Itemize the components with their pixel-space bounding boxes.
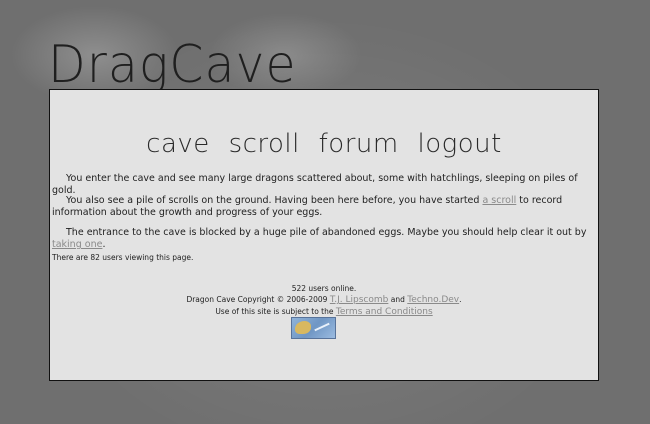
dragon-image	[295, 321, 311, 334]
scroll-paragraph-text: You also see a pile of scrolls on the gr…	[66, 195, 483, 206]
copyright-line: Dragon Cave Copyright © 2006-2009 T.J. L…	[50, 294, 598, 306]
copyright-period: .	[459, 295, 462, 304]
scroll-paragraph: You also see a pile of scrolls on the gr…	[52, 195, 596, 219]
footer: 522 users online. Dragon Cave Copyright …	[50, 283, 598, 318]
taking-one-link[interactable]: taking one	[52, 239, 102, 250]
eggs-paragraph: The entrance to the cave is blocked by a…	[52, 227, 596, 251]
terms-text: Use of this site is subject to the	[215, 307, 336, 316]
techno-dev-link[interactable]: Techno.Dev	[407, 295, 459, 305]
scroll-link[interactable]: a scroll	[482, 195, 516, 206]
intro-paragraph: You enter the cave and see many large dr…	[52, 173, 578, 196]
nav-logout-link[interactable]: logout	[417, 129, 501, 159]
nav-cave-link[interactable]: cave	[146, 129, 210, 159]
users-online: 522 users online.	[291, 284, 357, 293]
main-nav: cave scroll forum logout	[50, 129, 598, 159]
copyright-and: and	[388, 295, 408, 304]
viewers-count: There are 82 users viewing this page.	[52, 253, 194, 262]
eggs-paragraph-text: The entrance to the cave is blocked by a…	[66, 227, 587, 238]
site-logo[interactable]: DragCave	[48, 39, 297, 90]
main-panel: cave scroll forum logout You enter the c…	[49, 89, 599, 381]
terms-link[interactable]: Terms and Conditions	[336, 307, 433, 317]
author-link[interactable]: T.J. Lipscomb	[330, 295, 389, 305]
eggs-paragraph-period: .	[102, 239, 106, 250]
site-banner-image[interactable]	[291, 317, 336, 339]
nav-scroll-link[interactable]: scroll	[229, 129, 300, 159]
nav-forum-link[interactable]: forum	[319, 129, 399, 159]
copyright-text: Dragon Cave Copyright © 2006-2009	[186, 295, 330, 304]
streak-decoration	[314, 322, 330, 332]
